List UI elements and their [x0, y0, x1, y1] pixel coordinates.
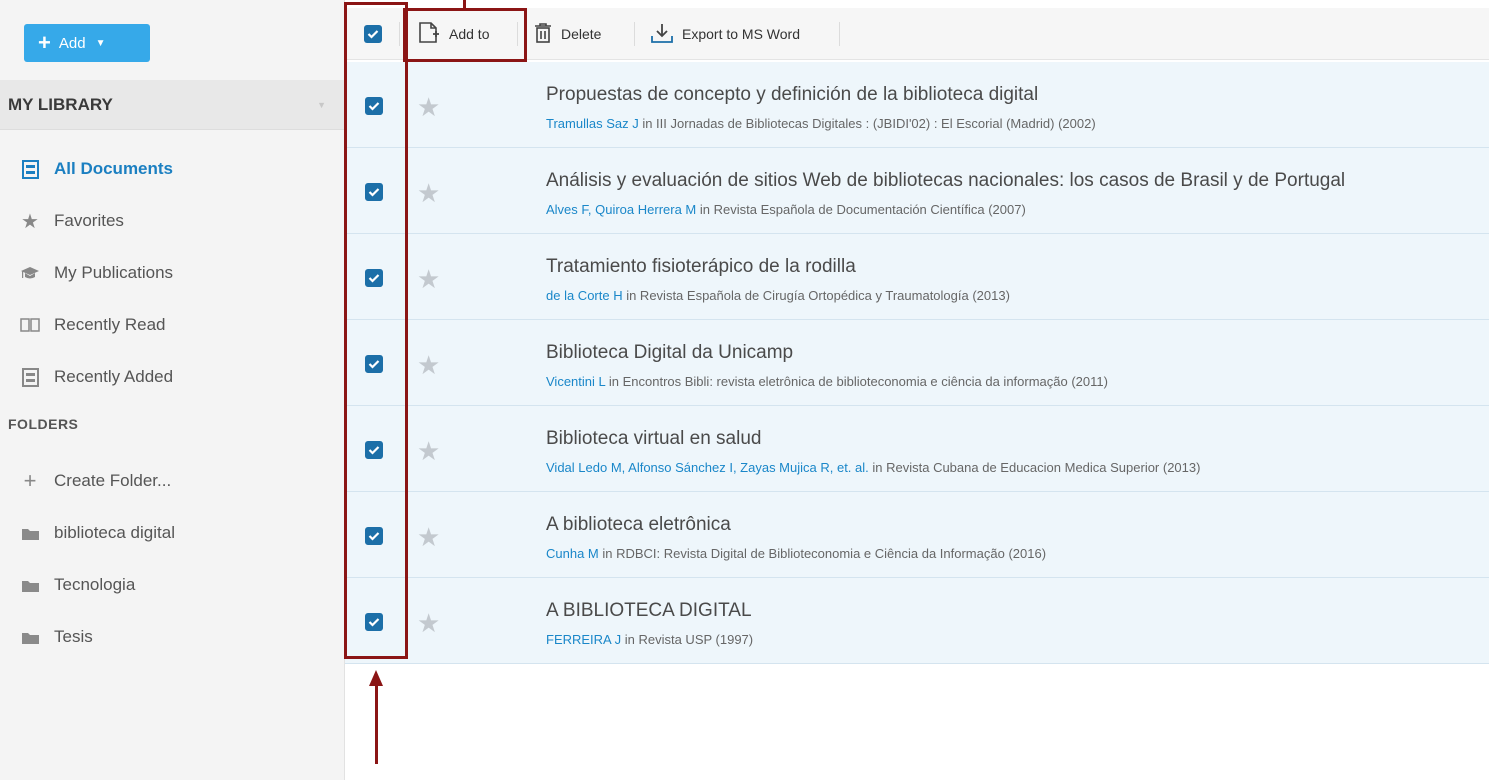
add-to-highlight — [403, 8, 527, 62]
document-meta: FERREIRA J in Revista USP (1997) — [546, 632, 753, 647]
star-icon[interactable]: ★ — [417, 436, 440, 467]
document-row[interactable]: ★ Biblioteca virtual en salud Vidal Ledo… — [345, 406, 1489, 492]
document-list: ★ Propuestas de concepto y definición de… — [345, 62, 1489, 664]
document-authors[interactable]: Cunha M — [546, 546, 599, 561]
document-authors[interactable]: FERREIRA J — [546, 632, 621, 647]
star-icon[interactable]: ★ — [417, 264, 440, 295]
sidebar-item-label: Recently Added — [54, 367, 174, 386]
my-library-header[interactable]: MY LIBRARY ▼ — [0, 80, 344, 130]
folder-item-tecnologia[interactable]: Tecnologia — [20, 570, 135, 600]
document-source: in Encontros Bibli: revista eletrônica d… — [605, 374, 1108, 389]
sidebar-item-label: All Documents — [54, 159, 174, 178]
document-row[interactable]: ★ Propuestas de concepto y definición de… — [345, 62, 1489, 148]
document-meta: Cunha M in RDBCI: Revista Digital de Bib… — [546, 546, 1046, 561]
sidebar-item-label: Create Folder... — [54, 471, 172, 490]
checkbox-column-highlight — [344, 2, 408, 659]
sidebar-item-label: Tecnologia — [54, 575, 136, 594]
sidebar-item-label: Favorites — [54, 211, 124, 230]
document-title[interactable]: Biblioteca Digital da Unicamp — [546, 342, 793, 364]
document-authors[interactable]: Vidal Ledo M, Alfonso Sánchez I, Zayas M… — [546, 460, 869, 475]
sidebar-item-favorites[interactable]: ★ Favorites — [20, 206, 124, 236]
toolbar-divider — [634, 22, 635, 46]
star-icon[interactable]: ★ — [417, 522, 440, 553]
document-authors[interactable]: de la Corte H — [546, 288, 623, 303]
document-authors[interactable]: Alves F, Quiroa Herrera M — [546, 202, 696, 217]
document-row[interactable]: ★ Tratamiento fisioterápico de la rodill… — [345, 234, 1489, 320]
document-row[interactable]: ★ Análisis y evaluación de sitios Web de… — [345, 148, 1489, 234]
download-icon — [650, 22, 674, 47]
sidebar-item-label: My Publications — [54, 263, 174, 282]
document-row[interactable]: ★ A biblioteca eletrônica Cunha M in RDB… — [345, 492, 1489, 578]
sidebar-item-my-publications[interactable]: My Publications — [20, 258, 173, 288]
folder-icon — [20, 575, 40, 595]
star-icon[interactable]: ★ — [417, 92, 440, 123]
document-row[interactable]: ★ A BIBLIOTECA DIGITAL FERREIRA J in Rev… — [345, 578, 1489, 664]
document-meta: Alves F, Quiroa Herrera M in Revista Esp… — [546, 202, 1026, 217]
document-title[interactable]: Propuestas de concepto y definición de l… — [546, 84, 1038, 106]
document-source: in III Jornadas de Bibliotecas Digitales… — [638, 116, 1096, 131]
folder-item-biblioteca-digital[interactable]: biblioteca digital — [20, 518, 175, 548]
document-source: in Revista Cubana de Educacion Medica Su… — [868, 460, 1201, 475]
open-book-icon — [20, 315, 40, 335]
graduation-cap-icon — [20, 263, 40, 283]
create-folder-button[interactable]: + Create Folder... — [20, 466, 172, 496]
caret-down-icon: ▼ — [95, 37, 106, 49]
sidebar-item-recently-added[interactable]: Recently Added — [20, 362, 173, 392]
document-source: in Revista Española de Cirugía Ortopédic… — [622, 288, 1010, 303]
recent-doc-icon — [20, 367, 40, 387]
export-ms-word-button[interactable]: Export to MS Word — [650, 8, 800, 60]
my-library-label: MY LIBRARY — [8, 94, 113, 114]
star-icon[interactable]: ★ — [417, 350, 440, 381]
document-title[interactable]: A BIBLIOTECA DIGITAL — [546, 600, 752, 622]
star-icon: ★ — [21, 210, 39, 233]
document-row[interactable]: ★ Biblioteca Digital da Unicamp Vicentin… — [345, 320, 1489, 406]
plus-icon: + — [38, 30, 51, 55]
folder-icon — [20, 523, 40, 543]
toolbar-divider — [839, 22, 840, 46]
delete-label: Delete — [561, 26, 602, 42]
annotation-arrow-shaft — [375, 684, 378, 764]
star-icon[interactable]: ★ — [417, 178, 440, 209]
add-button-label: Add — [58, 34, 86, 52]
document-meta: Vidal Ledo M, Alfonso Sánchez I, Zayas M… — [546, 460, 1200, 475]
sidebar-item-label: Recently Read — [54, 315, 166, 334]
document-title[interactable]: Análisis y evaluación de sitios Web de b… — [546, 170, 1345, 192]
trash-icon — [533, 22, 553, 47]
export-label: Export to MS Word — [682, 26, 801, 42]
documents-icon — [20, 159, 40, 179]
document-title[interactable]: A biblioteca eletrônica — [546, 514, 731, 536]
document-source: in RDBCI: Revista Digital de Bibliotecon… — [598, 546, 1047, 561]
document-authors[interactable]: Vicentini L — [546, 374, 605, 389]
delete-button[interactable]: Delete — [533, 8, 601, 60]
sidebar-item-all-documents[interactable]: All Documents — [20, 154, 173, 184]
caret-down-icon: ▼ — [317, 100, 326, 110]
annotation-pointer-line — [463, 0, 466, 8]
folder-item-tesis[interactable]: Tesis — [20, 622, 93, 652]
folders-section-title: FOLDERS — [8, 416, 79, 432]
add-button[interactable]: + Add ▼ — [24, 24, 150, 62]
sidebar-item-label: biblioteca digital — [54, 523, 175, 542]
document-source: in Revista USP (1997) — [621, 632, 754, 647]
document-meta: Tramullas Saz J in III Jornadas de Bibli… — [546, 116, 1096, 131]
document-meta: Vicentini L in Encontros Bibli: revista … — [546, 374, 1108, 389]
document-source: in Revista Española de Documentación Cie… — [696, 202, 1026, 217]
star-icon[interactable]: ★ — [417, 608, 440, 639]
plus-icon: + — [23, 468, 37, 493]
sidebar: + Add ▼ MY LIBRARY ▼ All Documents ★ Fav… — [0, 0, 345, 780]
document-authors[interactable]: Tramullas Saz J — [546, 116, 639, 131]
document-title[interactable]: Biblioteca virtual en salud — [546, 428, 761, 450]
sidebar-item-label: Tesis — [54, 627, 93, 646]
document-title[interactable]: Tratamiento fisioterápico de la rodilla — [546, 256, 856, 278]
folder-icon — [20, 627, 40, 647]
sidebar-item-recently-read[interactable]: Recently Read — [20, 310, 166, 340]
document-meta: de la Corte H in Revista Española de Cir… — [546, 288, 1010, 303]
